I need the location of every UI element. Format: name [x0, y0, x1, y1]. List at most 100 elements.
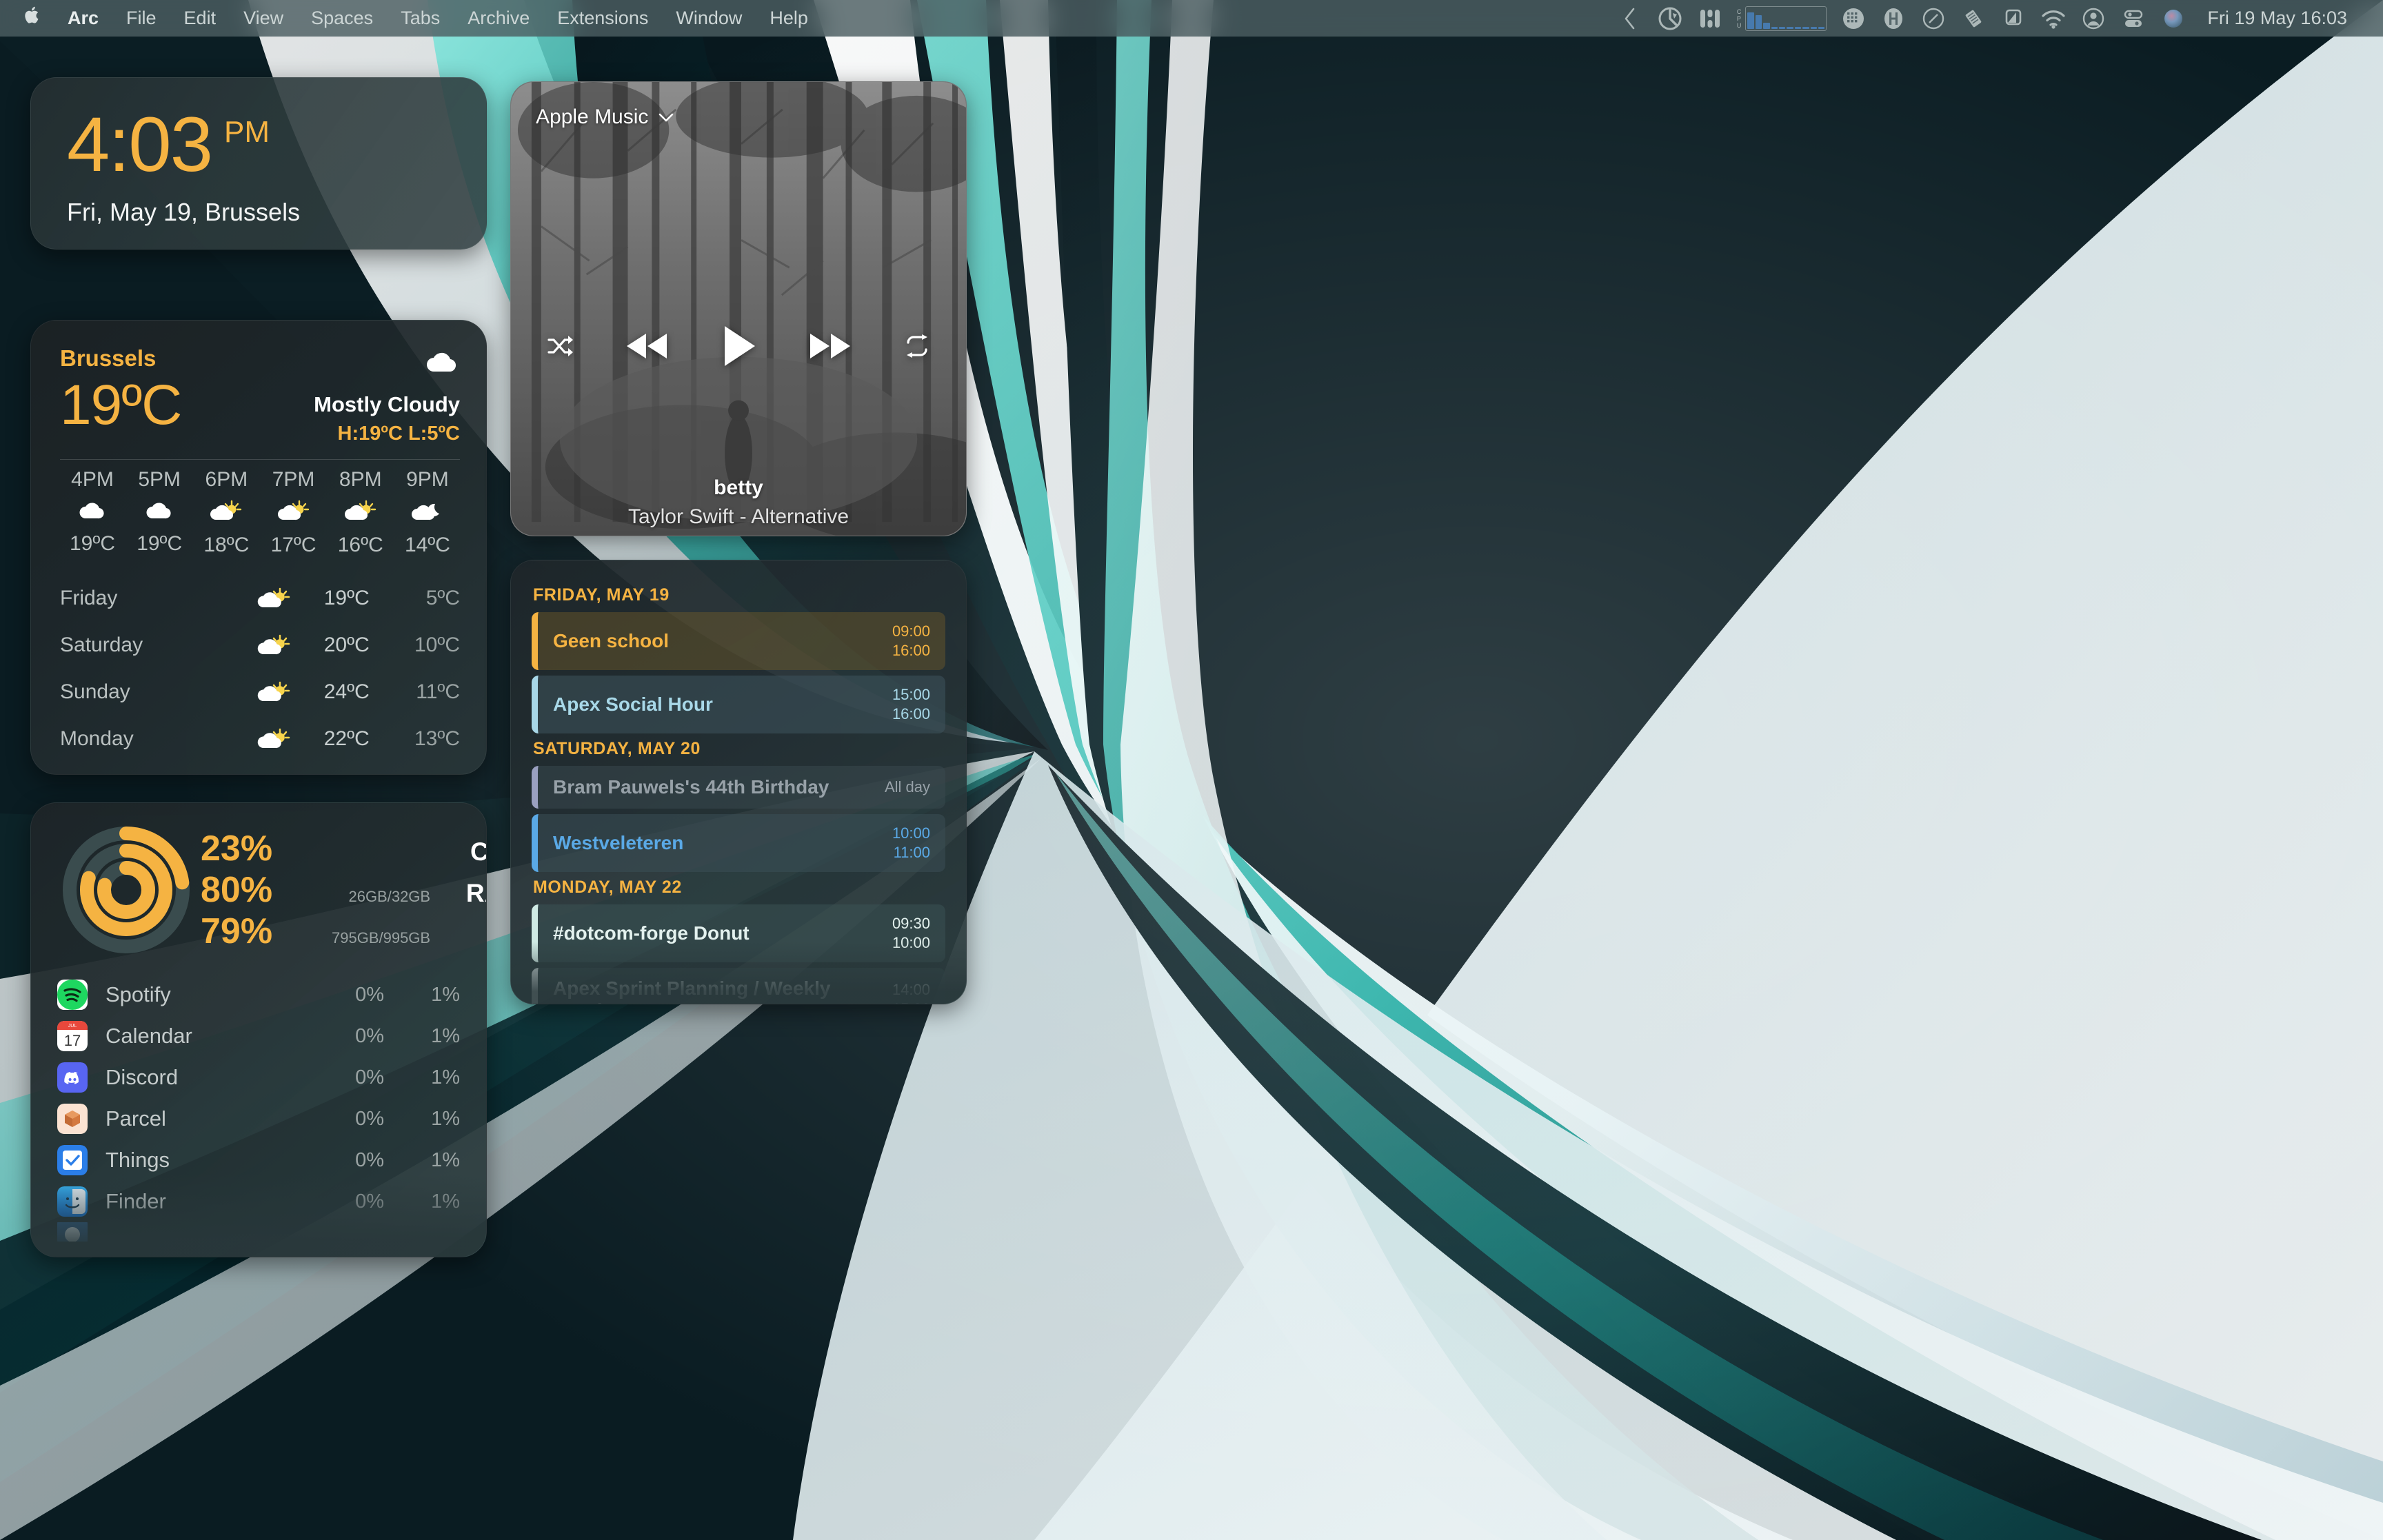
- weather-widget[interactable]: Brussels 19ºC Mostly Cloudy H:19ºC L:5ºC…: [30, 320, 487, 775]
- metric-percent: 23%: [201, 829, 273, 869]
- menu-bar[interactable]: Arc File Edit View Spaces Tabs Archive E…: [0, 0, 2383, 37]
- metric-name: RAM: [465, 879, 486, 907]
- clock-time: 4:03 PM: [67, 101, 486, 188]
- event-title: Westveleteren: [553, 832, 684, 853]
- svg-text:17: 17: [64, 1032, 81, 1049]
- calendar-event[interactable]: Apex Sprint Planning / Weekly Meeting 14…: [532, 968, 945, 1004]
- clock-hour-minute: 4:03: [67, 101, 213, 188]
- event-start: 09:00: [892, 622, 930, 640]
- menu-bar-left[interactable]: Arc File Edit View Spaces Tabs Archive E…: [19, 0, 822, 37]
- app-mem: 1%: [431, 1190, 460, 1213]
- list-item[interactable]: Spotify 0% 1%: [57, 974, 460, 1015]
- event-title: Bram Pauwels's 44th Birthday: [553, 776, 829, 798]
- day-low: 13ºC: [414, 727, 460, 750]
- system-stats-widget[interactable]: 23% CPU 80% 26GB/32GB RAM 79% 795GB/995G…: [30, 802, 487, 1257]
- event-start: 10:00: [892, 824, 930, 842]
- music-controls[interactable]: [511, 325, 966, 367]
- event-start: 09:30: [892, 915, 930, 932]
- control-center-icon[interactable]: [2113, 0, 2153, 37]
- wifi-icon[interactable]: [2033, 0, 2073, 37]
- discord-icon: [57, 1062, 88, 1093]
- menu-item-help[interactable]: Help: [756, 0, 822, 37]
- menu-item-spaces[interactable]: Spaces: [297, 0, 387, 37]
- cleanshot-icon[interactable]: [1650, 0, 1690, 37]
- app-name: Finder: [105, 1189, 166, 1213]
- cpu-monitor-icon[interactable]: CPU: [1730, 0, 1834, 37]
- app-cpu: 0%: [355, 1107, 384, 1130]
- app-cpu: 0%: [355, 1148, 384, 1171]
- siri-icon[interactable]: [2153, 0, 2193, 37]
- weather-divider: [60, 459, 460, 460]
- menu-item-edit[interactable]: Edit: [170, 0, 230, 37]
- music-source-selector[interactable]: Apple Music: [536, 105, 674, 129]
- day-label: Sunday: [60, 680, 130, 703]
- list-item[interactable]: Finder 0% 1%: [57, 1181, 460, 1222]
- calendar-event[interactable]: #dotcom-forge Donut 09:30 10:00: [532, 904, 945, 962]
- slash-circle-icon[interactable]: [1913, 0, 1953, 37]
- app-cpu: 0%: [355, 1190, 384, 1213]
- calendar-event[interactable]: Geen school 09:00 16:00: [532, 612, 945, 670]
- calendar-event[interactable]: Apex Social Hour 15:00 16:00: [532, 676, 945, 733]
- list-item-partial[interactable]: [57, 1222, 460, 1242]
- account-icon[interactable]: [2073, 0, 2113, 37]
- event-end: 10:00: [892, 934, 930, 951]
- hazeover-icon[interactable]: [1873, 0, 1913, 37]
- weather-day-row: Sunday 24ºC 11ºC: [60, 669, 460, 716]
- menu-item-view[interactable]: View: [230, 0, 297, 37]
- weather-hour-item: 4PM 19ºC: [63, 468, 122, 557]
- stats-metric-row: 79% 795GB/995GB HD: [201, 911, 486, 952]
- menu-item-arc[interactable]: Arc: [54, 0, 112, 37]
- event-title: #dotcom-forge Donut: [553, 922, 750, 944]
- hour-temp: 16ºC: [337, 534, 383, 556]
- day-low: 10ºC: [414, 634, 460, 656]
- repeat-icon[interactable]: [904, 334, 930, 358]
- list-item[interactable]: Parcel 0% 1%: [57, 1098, 460, 1139]
- day-high: 24ºC: [323, 680, 370, 703]
- event-title: Apex Sprint Planning / Weekly Meeting: [553, 977, 831, 1004]
- calendar-widget[interactable]: FRIDAY, MAY 19 Geen school 09:00 16:00 A…: [510, 560, 967, 1004]
- hour-label: 9PM: [406, 468, 449, 491]
- calendar-day-header: FRIDAY, MAY 19: [533, 585, 670, 605]
- menu-item-extensions[interactable]: Extensions: [543, 0, 662, 37]
- rewind-icon[interactable]: [625, 331, 668, 361]
- list-item[interactable]: JUL 17 Calendar 0% 1%: [57, 1015, 460, 1057]
- list-item[interactable]: Discord 0% 1%: [57, 1057, 460, 1098]
- chevron-left-icon[interactable]: [1610, 0, 1650, 37]
- hour-temp: 19ºC: [137, 532, 183, 555]
- hour-label: 4PM: [71, 468, 114, 491]
- metric-percent: 79%: [201, 911, 273, 951]
- clock-ampm: PM: [223, 115, 270, 149]
- weather-hour-item: 8PM 16ºC: [331, 468, 390, 557]
- stats-rings-chart: [57, 821, 195, 959]
- sun-cloud-icon: [225, 680, 324, 704]
- app-cpu: 0%: [355, 1024, 384, 1047]
- weather-hour-item: 7PM 17ºC: [264, 468, 323, 557]
- calendar-event[interactable]: Bram Pauwels's 44th Birthday All day: [532, 766, 945, 809]
- grid-icon[interactable]: [1833, 0, 1873, 37]
- menu-item-window[interactable]: Window: [662, 0, 756, 37]
- clock-widget[interactable]: 4:03 PM Fri, May 19, Brussels: [30, 77, 487, 250]
- list-item[interactable]: Things 0% 1%: [57, 1139, 460, 1181]
- day-low: 5ºC: [425, 587, 460, 609]
- menu-item-archive[interactable]: Archive: [454, 0, 543, 37]
- calendar-event[interactable]: Westveleteren 10:00 11:00: [532, 814, 945, 872]
- cloud-icon: [144, 500, 174, 524]
- apple-menu-icon[interactable]: [19, 0, 54, 37]
- calendar-icon: JUL 17: [57, 1021, 88, 1051]
- music-player-widget[interactable]: Apple Music betty Taylor Swift - Alterna…: [510, 81, 967, 536]
- chevron-down-icon[interactable]: [658, 105, 674, 129]
- event-times: All day: [885, 778, 930, 797]
- scanner-icon[interactable]: [1953, 0, 1993, 37]
- menu-item-tabs[interactable]: Tabs: [387, 0, 454, 37]
- shuffle-icon[interactable]: [547, 335, 573, 357]
- album-artwork: [511, 82, 966, 536]
- menu-bar-status-area[interactable]: CPU Fri 19 May 16:03: [1610, 0, 2371, 37]
- event-title: Apex Social Hour: [553, 693, 713, 715]
- fast-forward-icon[interactable]: [809, 331, 852, 361]
- menubar-clock[interactable]: Fri 19 May 16:03: [2193, 8, 2357, 29]
- day-low: 11ºC: [416, 680, 460, 703]
- menu-item-file[interactable]: File: [112, 0, 170, 37]
- bartender-icon[interactable]: [1993, 0, 2033, 37]
- rectangle-columns-icon[interactable]: [1690, 0, 1730, 37]
- play-icon[interactable]: [721, 325, 756, 367]
